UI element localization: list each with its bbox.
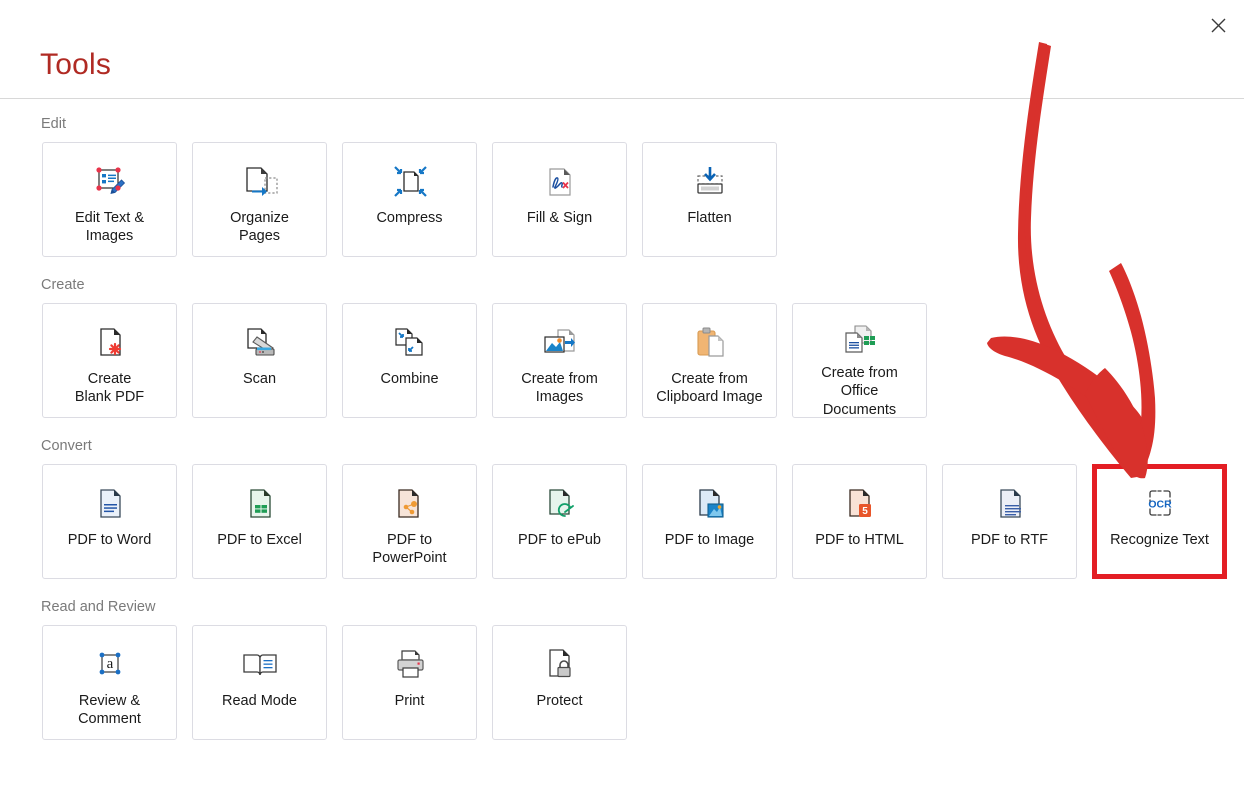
- section-label-read-and-review: Read and Review: [41, 598, 156, 615]
- tool-tile-label: Recognize Text: [1110, 531, 1209, 548]
- combine-icon: [388, 323, 432, 363]
- tool-tile-combine[interactable]: Combine: [342, 302, 477, 418]
- tool-tile-edit-text-images[interactable]: Edit Text & Images: [42, 141, 177, 257]
- pdf-to-epub-icon: [538, 484, 582, 524]
- create-from-office-icon: [838, 323, 882, 357]
- close-icon[interactable]: [1200, 10, 1236, 40]
- tool-tile-create-from-clipboard[interactable]: Create from Clipboard Image: [642, 302, 777, 418]
- tool-tile-label: Flatten: [687, 209, 732, 226]
- tool-tile-label: PDF to HTML: [815, 531, 904, 548]
- tool-tile-label: PDF to Image: [664, 531, 755, 548]
- svg-text:5: 5: [862, 506, 868, 517]
- tool-tile-scan[interactable]: Scan: [192, 302, 327, 418]
- tool-tile-create-from-office[interactable]: Create from Office Documents: [792, 302, 927, 418]
- flatten-icon: [688, 162, 732, 202]
- read-mode-icon: [238, 645, 282, 685]
- tool-tile-label: PDF to Word: [67, 531, 152, 548]
- tool-tile-label: Create Blank PDF: [74, 370, 145, 406]
- tool-tile-read-mode[interactable]: Read Mode: [192, 624, 327, 740]
- print-icon: [388, 645, 432, 685]
- tool-tile-label: Create from Images: [521, 370, 598, 406]
- tool-tile-label: Edit Text & Images: [74, 209, 145, 245]
- tool-tile-label: Create from Clipboard Image: [656, 370, 763, 406]
- pdf-to-excel-icon: [238, 484, 282, 524]
- tool-tile-label: Create from Office Documents: [821, 364, 898, 418]
- tool-tile-create-blank-pdf[interactable]: Create Blank PDF: [42, 302, 177, 418]
- tool-tile-create-from-images[interactable]: Create from Images: [492, 302, 627, 418]
- tool-tile-flatten[interactable]: Flatten: [642, 141, 777, 257]
- tools-panel: Tools Edit Edit Text & Images Organize P…: [0, 0, 1244, 800]
- tool-tile-label: Compress: [376, 209, 443, 226]
- tool-tile-label: PDF to ePub: [517, 531, 601, 548]
- section-label-convert: Convert: [41, 437, 92, 454]
- close-glyph: [1211, 18, 1225, 32]
- compress-icon: [388, 162, 432, 202]
- create-from-images-icon: [538, 323, 582, 363]
- svg-text:OCR: OCR: [1148, 498, 1172, 510]
- tool-tile-label: Protect: [536, 692, 583, 709]
- tool-tile-label: Print: [394, 692, 425, 709]
- ocr-icon: OCR: [1138, 484, 1182, 524]
- tool-tile-fill-sign[interactable]: Fill & Sign: [492, 141, 627, 257]
- section-label-edit: Edit: [41, 116, 66, 132]
- tool-tile-label: Read Mode: [222, 692, 297, 709]
- tool-tile-recognize-text[interactable]: OCR Recognize Text: [1092, 463, 1227, 579]
- pdf-to-rtf-icon: [988, 484, 1032, 524]
- tool-tile-pdf-to-word[interactable]: PDF to Word: [42, 463, 177, 579]
- tool-tile-label: Review & Comment: [78, 692, 141, 728]
- section-label-create: Create: [41, 276, 85, 293]
- create-from-clipboard-icon: [688, 323, 732, 363]
- protect-icon: [538, 645, 582, 685]
- organize-pages-icon: [238, 162, 282, 202]
- tool-tile-label: Scan: [242, 370, 277, 387]
- create-blank-pdf-icon: [88, 323, 132, 363]
- header-divider: [0, 98, 1244, 99]
- tool-sections: Edit Edit Text & Images Organize Pages C…: [0, 104, 1244, 740]
- tool-tile-organize-pages[interactable]: Organize Pages: [192, 141, 327, 257]
- page-title: Tools: [40, 48, 112, 81]
- section-convert: Convert PDF to Word PDF to Excel PDF to …: [0, 437, 1244, 579]
- svg-text:a: a: [106, 656, 113, 672]
- tile-row-read-and-review: a Review & Comment Read Mode Print Prote…: [0, 624, 1244, 740]
- tool-tile-pdf-to-epub[interactable]: PDF to ePub: [492, 463, 627, 579]
- tool-tile-label: Combine: [380, 370, 439, 387]
- pdf-to-word-icon: [88, 484, 132, 524]
- section-read-and-review: Read and Review a Review & Comment Read …: [0, 598, 1244, 740]
- tool-tile-label: PDF to PowerPoint: [372, 531, 447, 567]
- tile-row-create: Create Blank PDF Scan Combine Create fro…: [0, 302, 1244, 418]
- tool-tile-label: Fill & Sign: [526, 209, 593, 226]
- tool-tile-pdf-to-powerpoint[interactable]: PDF to PowerPoint: [342, 463, 477, 579]
- review-comment-icon: a: [88, 645, 132, 685]
- tool-tile-label: PDF to Excel: [217, 531, 302, 548]
- tool-tile-label: Organize Pages: [230, 209, 289, 245]
- section-edit: Edit Edit Text & Images Organize Pages C…: [0, 116, 1244, 257]
- tool-tile-pdf-to-rtf[interactable]: PDF to RTF: [942, 463, 1077, 579]
- pdf-to-html-icon: 5: [838, 484, 882, 524]
- tool-tile-pdf-to-html[interactable]: 5 PDF to HTML: [792, 463, 927, 579]
- tool-tile-print[interactable]: Print: [342, 624, 477, 740]
- edit-text-images-icon: [88, 162, 132, 202]
- tile-row-edit: Edit Text & Images Organize Pages Compre…: [0, 141, 1244, 257]
- pdf-to-powerpoint-icon: [388, 484, 432, 524]
- pdf-to-image-icon: [688, 484, 732, 524]
- scan-icon: [238, 323, 282, 363]
- tool-tile-protect[interactable]: Protect: [492, 624, 627, 740]
- tool-tile-review-comment[interactable]: a Review & Comment: [42, 624, 177, 740]
- section-create: Create Create Blank PDF Scan Combine Cre…: [0, 276, 1244, 418]
- tile-row-convert: PDF to Word PDF to Excel PDF to PowerPoi…: [0, 463, 1244, 579]
- fill-sign-icon: [538, 162, 582, 202]
- tool-tile-label: PDF to RTF: [970, 531, 1049, 548]
- tool-tile-pdf-to-excel[interactable]: PDF to Excel: [192, 463, 327, 579]
- tool-tile-pdf-to-image[interactable]: PDF to Image: [642, 463, 777, 579]
- tool-tile-compress[interactable]: Compress: [342, 141, 477, 257]
